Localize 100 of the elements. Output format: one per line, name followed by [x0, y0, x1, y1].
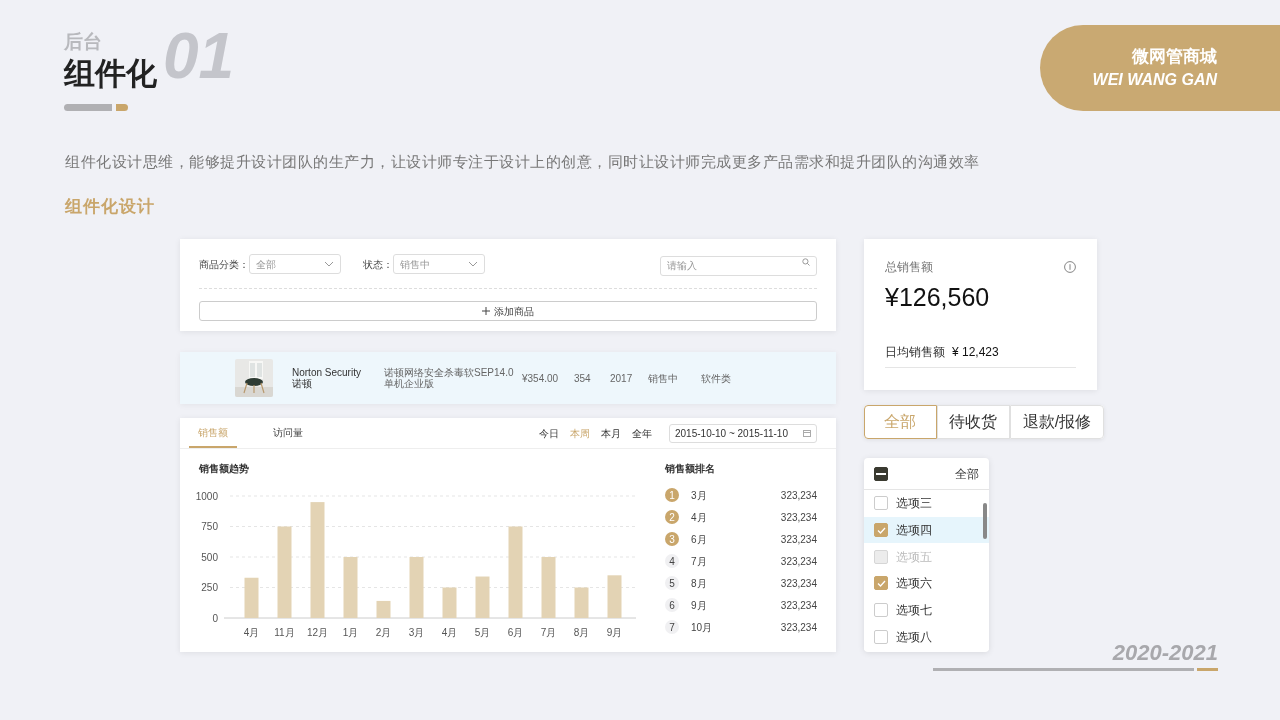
period-link[interactable]: 今日 — [539, 425, 559, 441]
product-category: 软件类 — [701, 371, 731, 386]
product-name-cn: 诺顿 — [292, 378, 313, 389]
rank-month: 3月 — [691, 488, 707, 503]
rank-month: 10月 — [691, 620, 713, 635]
bar — [541, 557, 556, 618]
x-tick-label: 9月 — [606, 627, 623, 638]
daily-label: 日均销售额 — [885, 344, 945, 362]
rank-month: 6月 — [691, 532, 707, 547]
chevron-down-icon — [468, 261, 478, 267]
bar — [244, 577, 259, 618]
x-tick-label: 11月 — [274, 627, 295, 638]
y-tick-label: 500 — [201, 551, 218, 563]
select-placeholder: 销售中 — [400, 257, 430, 272]
bar — [475, 576, 490, 618]
option-row[interactable]: 选项六 — [864, 570, 989, 597]
period-link[interactable]: 全年 — [632, 425, 652, 441]
date-range-text: 2015-10-10 ~ 2015-11-10 — [675, 426, 788, 441]
y-tick-label: 0 — [212, 612, 218, 624]
info-icon[interactable] — [1064, 261, 1076, 273]
title-underline-accent — [116, 103, 128, 111]
option-row[interactable]: 选项八 — [864, 623, 989, 651]
select-placeholder: 全部 — [256, 257, 276, 272]
date-range-field[interactable]: 2015-10-10 ~ 2015-11-10 — [669, 423, 817, 443]
rank-badge: 4 — [665, 554, 679, 568]
checkbox[interactable] — [874, 629, 888, 644]
page-title: 组件化 — [64, 55, 157, 93]
footer-line-accent — [1197, 668, 1218, 671]
product-stock: 354 — [574, 371, 592, 386]
check-icon — [876, 526, 886, 534]
rank-badge: 7 — [665, 620, 679, 634]
rank-badge: 2 — [665, 510, 679, 524]
x-tick-label: 4月 — [441, 627, 458, 638]
segment-tab[interactable]: 退款/报修 — [1009, 405, 1104, 439]
minus-icon — [876, 472, 886, 475]
checkbox[interactable] — [874, 603, 888, 618]
total-amount: ¥126,560 — [885, 282, 991, 313]
rank-value: 323,234 — [780, 554, 817, 569]
bar — [409, 557, 424, 618]
x-tick-label: 6月 — [507, 627, 524, 638]
y-tick-label: 750 — [201, 521, 218, 532]
search-icon — [802, 258, 810, 266]
scrollbar-thumb[interactable] — [983, 503, 987, 539]
checkbox[interactable] — [874, 496, 888, 511]
rank-value: 323,234 — [780, 576, 817, 591]
rank-month: 8月 — [691, 576, 707, 591]
option-label: 选项五 — [896, 548, 932, 566]
bar — [376, 600, 391, 618]
rank-value: 323,234 — [780, 510, 817, 525]
option-row[interactable]: 选项七 — [864, 596, 989, 624]
panel-tab[interactable]: 访问量 — [264, 418, 312, 448]
bar — [607, 575, 622, 618]
product-price: ¥354.00 — [522, 371, 560, 386]
option-label: 选项三 — [896, 495, 932, 513]
daily-value: ¥ 12,423 — [952, 344, 999, 362]
calendar-icon — [803, 429, 811, 437]
rank-value: 323,234 — [780, 598, 817, 613]
option-label: 选项四 — [896, 522, 932, 540]
x-tick-label: 1月 — [342, 627, 359, 638]
plus-icon — [482, 307, 490, 315]
option-label: 选项八 — [896, 628, 932, 646]
checkbox[interactable] — [874, 576, 888, 591]
segment-tab[interactable]: 待收货 — [936, 405, 1010, 439]
year-range: 2020-2021 — [1112, 642, 1218, 664]
search-field[interactable]: 请输入 — [660, 255, 817, 276]
y-tick-label: 250 — [201, 582, 218, 593]
chevron-down-icon — [324, 261, 334, 267]
x-tick-label: 12月 — [306, 627, 329, 638]
add-product-button[interactable]: 添加商品 — [199, 301, 817, 321]
option-row[interactable]: 选项三 — [864, 490, 989, 517]
checkbox[interactable] — [874, 523, 888, 538]
rank-value: 323,234 — [780, 488, 817, 503]
chart-title: 销售额趋势 — [199, 462, 250, 476]
rank-badge: 1 — [665, 488, 679, 502]
ranking-title: 销售额排名 — [665, 462, 716, 476]
rank-value: 323,234 — [780, 532, 817, 547]
x-tick-label: 5月 — [474, 627, 491, 638]
bar — [343, 557, 358, 618]
rank-value: 323,234 — [780, 620, 817, 635]
x-tick-label: 8月 — [573, 627, 590, 638]
rank-badge: 5 — [665, 576, 679, 590]
rank-month: 4月 — [691, 510, 707, 525]
x-tick-label: 7月 — [540, 627, 557, 638]
rank-month: 9月 — [691, 598, 707, 613]
option-label: 选项七 — [896, 602, 932, 620]
x-tick-label: 2月 — [375, 627, 392, 638]
check-icon — [876, 579, 886, 587]
select-all-checkbox[interactable] — [874, 466, 888, 481]
period-link[interactable]: 本月 — [601, 425, 621, 441]
section-subtitle: 后台 — [64, 32, 103, 51]
y-tick-label: 1000 — [196, 490, 218, 502]
x-tick-label: 4月 — [243, 627, 260, 638]
x-tick-label: 3月 — [408, 627, 425, 638]
filter-label: 状态： — [363, 257, 393, 272]
option-row[interactable]: 选项四 — [864, 516, 989, 544]
rank-badge: 6 — [665, 598, 679, 612]
brand-latin-name: WEI WANG GAN — [1092, 69, 1217, 90]
rank-month: 7月 — [691, 554, 707, 569]
bar — [442, 587, 457, 618]
bar — [574, 587, 589, 618]
